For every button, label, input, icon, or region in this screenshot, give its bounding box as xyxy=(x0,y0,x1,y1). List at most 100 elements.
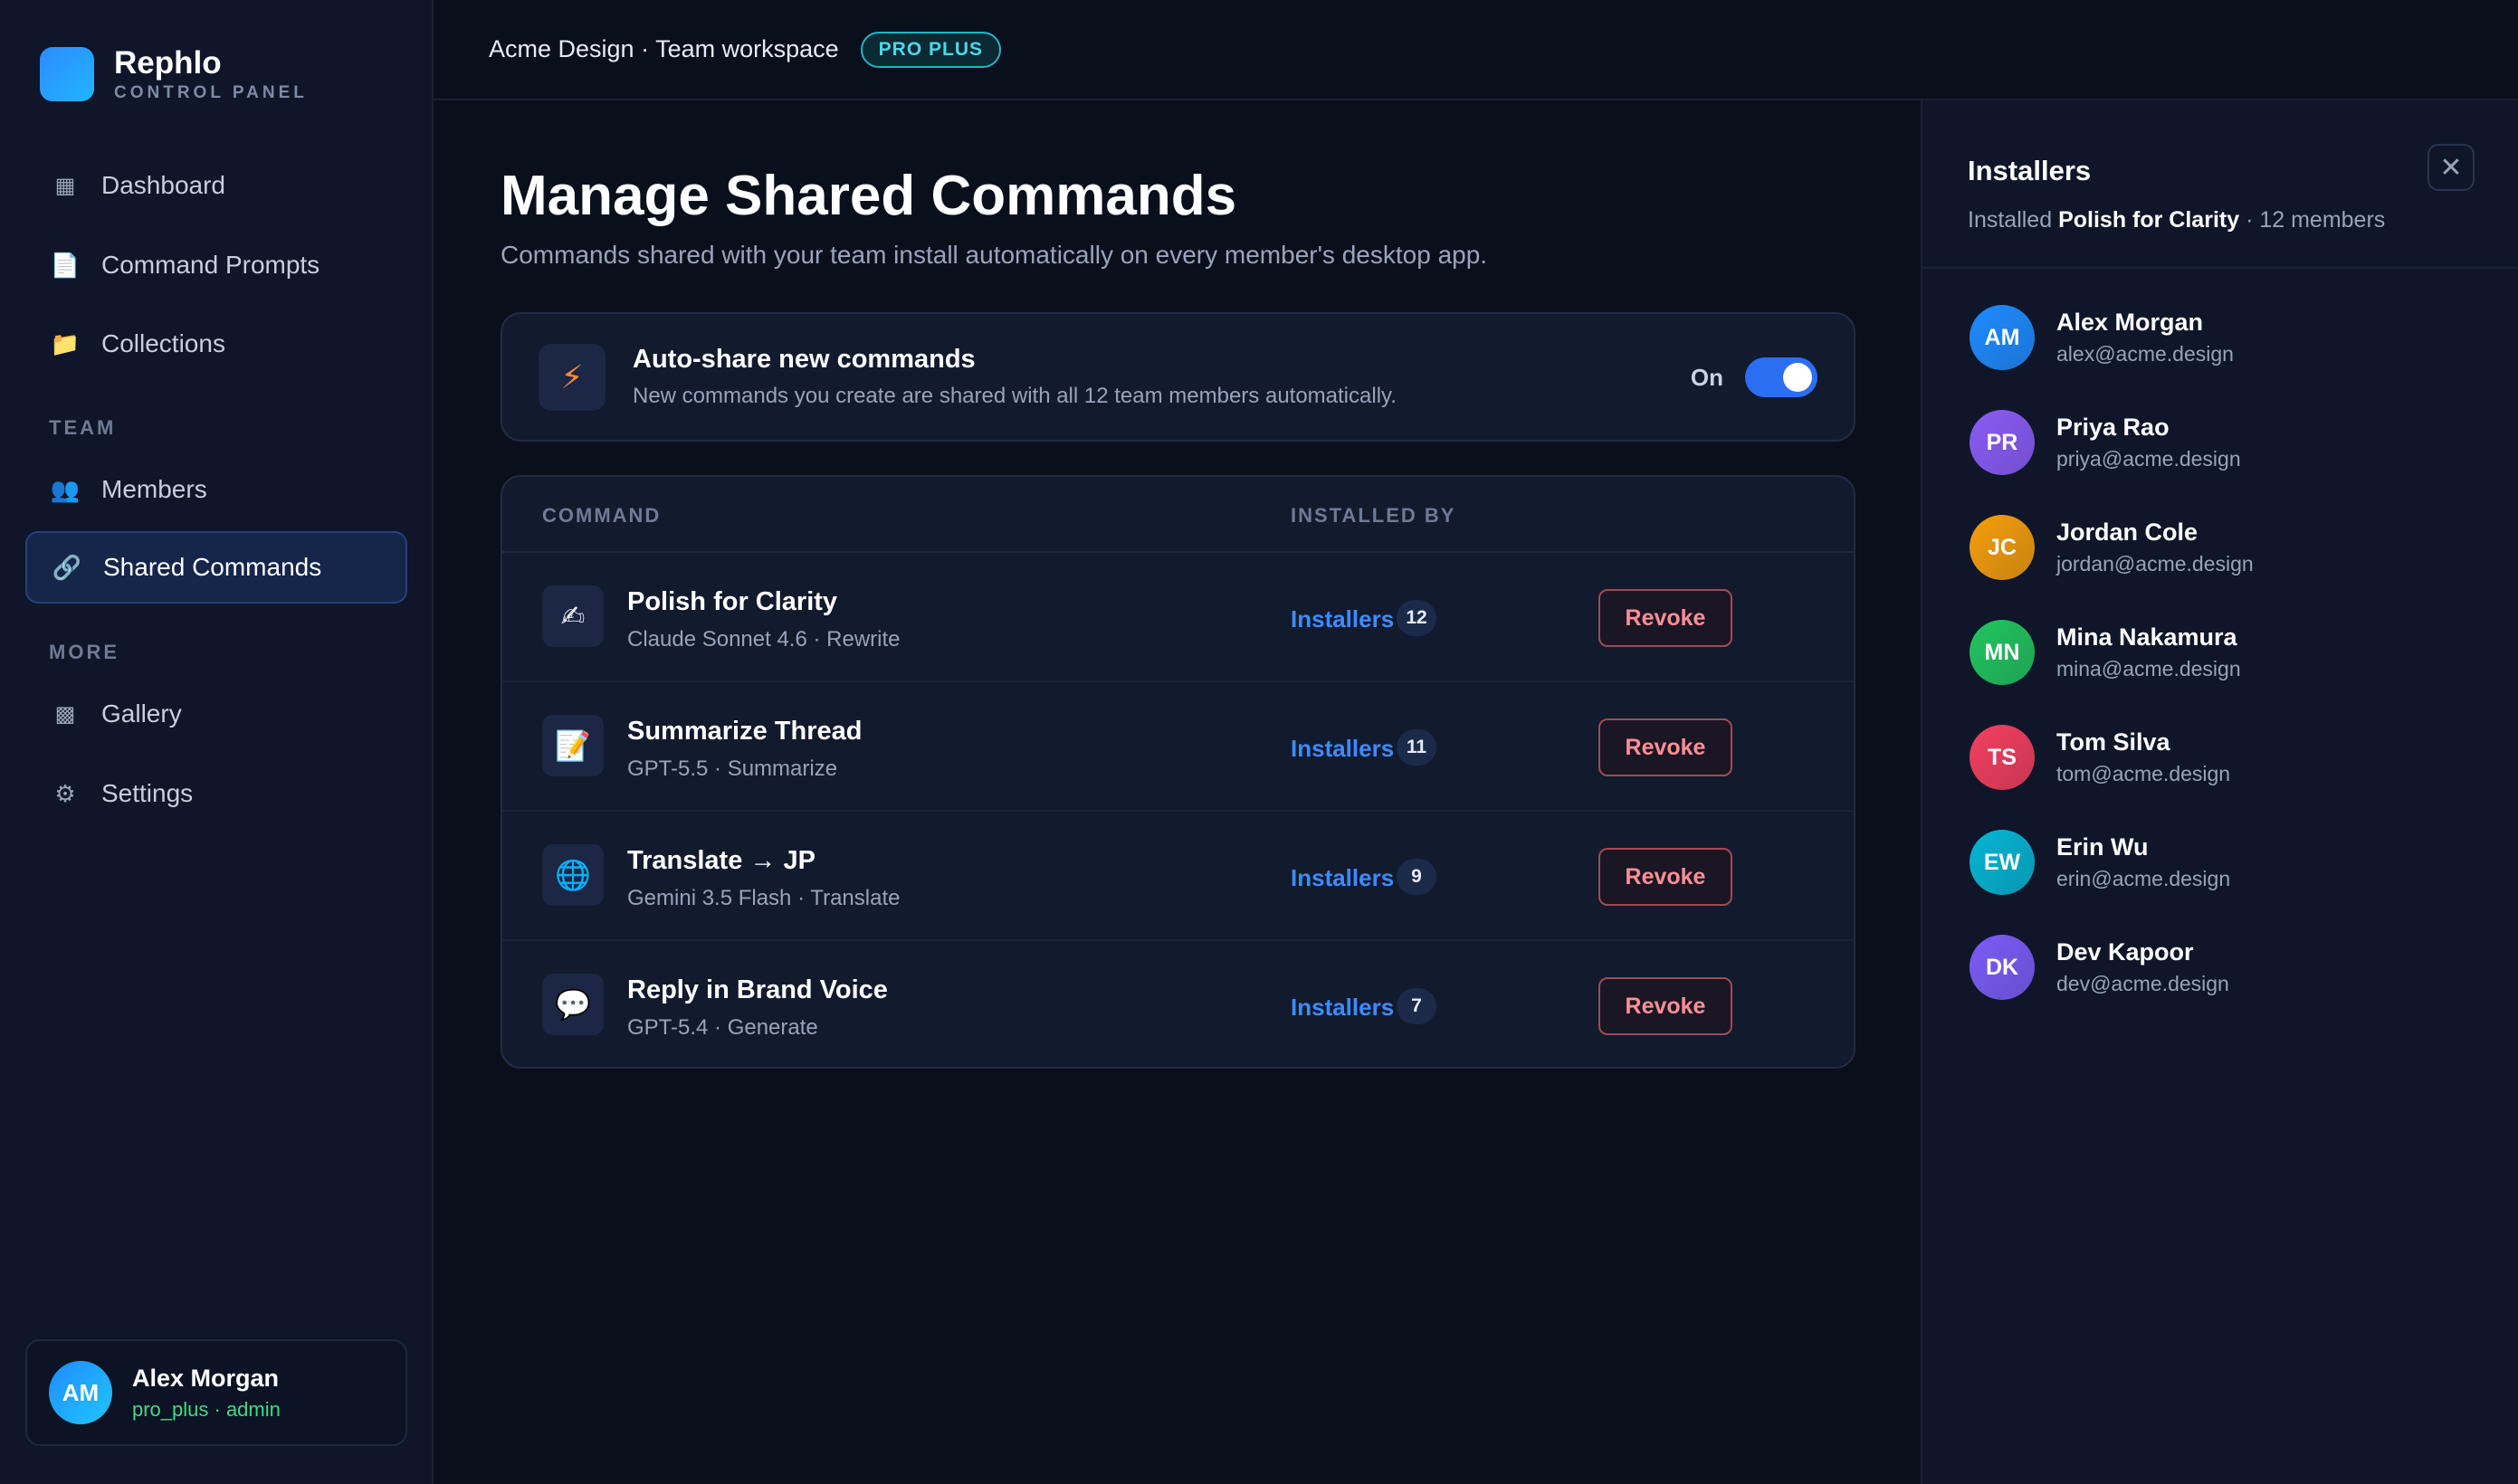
sidebar-item-collections[interactable]: 📁 Collections xyxy=(25,308,407,380)
sidebar-item-gallery[interactable]: ▩ Gallery xyxy=(25,678,407,750)
folder-icon: 📁 xyxy=(50,329,81,357)
auto-share-card: ⚡ Auto-share new commands New commands y… xyxy=(501,312,1855,442)
sidebar-item-members[interactable]: 👥 Members xyxy=(25,453,407,526)
avatar: JC xyxy=(1970,515,2035,580)
current-user-role: pro_plus · admin xyxy=(132,1397,281,1421)
toggle-knob xyxy=(1783,363,1812,392)
globe-icon: 🌐 xyxy=(542,844,604,906)
panel-header: Installers Installed Polish for Clarity … xyxy=(1922,100,2518,269)
command-meta: GPT-5.4 · Generate xyxy=(627,1015,818,1040)
table-row: 🌐 Translate → JP Gemini 3.5 Flash · Tran… xyxy=(502,812,1854,941)
brand-logo-icon xyxy=(40,47,94,101)
memo-icon: 📝 xyxy=(542,715,604,776)
table-row: ✍ Polish for Clarity Claude Sonnet 4.6 ·… xyxy=(502,553,1854,682)
member-name: Jordan Cole xyxy=(2056,518,2198,546)
member-email: tom@acme.design xyxy=(2056,762,2231,785)
installers-panel: Installers Installed Polish for Clarity … xyxy=(1921,100,2518,1484)
revoke-button[interactable]: Revoke xyxy=(1598,977,1732,1035)
avatar: AM xyxy=(49,1361,112,1424)
avatar: DK xyxy=(1970,935,2035,1000)
writing-hand-icon: ✍ xyxy=(542,585,604,647)
avatar: TS xyxy=(1970,725,2035,790)
lightning-bolt-icon: ⚡ xyxy=(539,343,606,411)
list-item: TS Tom Silva tom@acme.design xyxy=(1970,725,2230,790)
current-user-name: Alex Morgan xyxy=(132,1364,280,1392)
command-title: Translate → JP xyxy=(627,846,815,875)
member-name: Priya Rao xyxy=(2056,414,2170,441)
installers-count-badge: 9 xyxy=(1397,859,1436,895)
member-name: Alex Morgan xyxy=(2056,309,2204,336)
member-email: alex@acme.design xyxy=(2056,342,2234,366)
topbar: Acme Design · Team workspace PRO PLUS xyxy=(434,0,2518,100)
members-icon: 👥 xyxy=(50,475,81,503)
panel-subtitle-suffix: · 12 members xyxy=(2246,207,2386,233)
sidebar-item-label: Collections xyxy=(101,329,225,357)
plan-badge: PRO PLUS xyxy=(860,31,1002,68)
close-panel-button[interactable]: ✕ xyxy=(2427,144,2475,191)
sidebar-item-label: Command Prompts xyxy=(101,251,320,279)
member-name: Erin Wu xyxy=(2056,833,2149,861)
installers-count-badge: 7 xyxy=(1397,988,1436,1024)
list-item: JC Jordan Cole jordan@acme.design xyxy=(1970,515,2254,580)
close-icon: ✕ xyxy=(2439,152,2463,183)
sidebar-item-command-prompts[interactable]: 📄 Command Prompts xyxy=(25,229,407,301)
sidebar-item-shared-commands[interactable]: 🔗 Shared Commands xyxy=(25,531,407,604)
panel-title: Installers xyxy=(1968,155,2092,186)
page-description: Commands shared with your team install a… xyxy=(501,241,1488,269)
list-item: PR Priya Rao priya@acme.design xyxy=(1970,410,2241,475)
member-email: mina@acme.design xyxy=(2056,657,2241,680)
command-meta: GPT-5.5 · Summarize xyxy=(627,756,838,781)
grid-icon: ▦ xyxy=(54,173,76,198)
gallery-icon: ▩ xyxy=(54,701,76,727)
command-meta: Gemini 3.5 Flash · Translate xyxy=(627,886,901,910)
sidebar-item-label: Gallery xyxy=(101,699,182,728)
column-header-command: COMMAND xyxy=(542,504,662,527)
revoke-button[interactable]: Revoke xyxy=(1598,718,1732,776)
speech-bubble-icon: 💬 xyxy=(542,974,604,1035)
member-email: dev@acme.design xyxy=(2056,972,2229,995)
avatar: MN xyxy=(1970,620,2035,685)
command-title: Summarize Thread xyxy=(627,717,863,746)
command-title: Polish for Clarity xyxy=(627,587,838,616)
sidebar-item-label: Dashboard xyxy=(101,171,225,199)
command-meta: Claude Sonnet 4.6 · Rewrite xyxy=(627,627,901,652)
panel-subtitle-prefix: Installed xyxy=(1968,207,2053,233)
auto-share-toggle[interactable] xyxy=(1745,357,1817,397)
list-item: EW Erin Wu erin@acme.design xyxy=(1970,830,2230,895)
link-icon: 🔗 xyxy=(52,553,82,581)
sidebar-item-label: Shared Commands xyxy=(103,553,322,581)
document-icon: 📄 xyxy=(50,251,81,279)
sidebar-item-label: Settings xyxy=(101,779,194,807)
panel-subtitle: Installed Polish for Clarity · 12 member… xyxy=(1968,207,2385,233)
installers-count-badge: 12 xyxy=(1397,600,1436,636)
installers-link[interactable]: Installers xyxy=(1291,735,1394,763)
column-header-installed-by: INSTALLED BY xyxy=(1291,504,1456,527)
installers-count-badge: 11 xyxy=(1397,729,1436,766)
auto-share-title: Auto-share new commands xyxy=(633,345,976,374)
sidebar: Rephlo CONTROL PANEL ▦ Dashboard 📄 Comma… xyxy=(0,0,434,1484)
member-name: Mina Nakamura xyxy=(2056,623,2237,651)
member-name: Tom Silva xyxy=(2056,728,2170,756)
member-email: erin@acme.design xyxy=(2056,867,2231,890)
table-header: COMMAND INSTALLED BY xyxy=(502,477,1854,553)
current-user-card[interactable]: AM Alex Morgan pro_plus · admin xyxy=(25,1339,407,1446)
page-title: Manage Shared Commands xyxy=(501,165,1237,227)
sidebar-item-settings[interactable]: ⚙ Settings xyxy=(25,757,407,830)
list-item: DK Dev Kapoor dev@acme.design xyxy=(1970,935,2229,1000)
table-row: 💬 Reply in Brand Voice GPT-5.4 · Generat… xyxy=(502,941,1854,1067)
nav-section-more: MORE xyxy=(49,641,119,663)
brand[interactable]: Rephlo CONTROL PANEL xyxy=(40,45,308,103)
revoke-button[interactable]: Revoke xyxy=(1598,589,1732,647)
table-row: 📝 Summarize Thread GPT-5.5 · Summarize I… xyxy=(502,682,1854,812)
installers-link[interactable]: Installers xyxy=(1291,605,1394,633)
installers-link[interactable]: Installers xyxy=(1291,994,1394,1022)
avatar: EW xyxy=(1970,830,2035,895)
sidebar-item-dashboard[interactable]: ▦ Dashboard xyxy=(25,149,407,222)
workspace-name: Acme Design · Team workspace xyxy=(489,35,839,62)
avatar: PR xyxy=(1970,410,2035,475)
list-item: MN Mina Nakamura mina@acme.design xyxy=(1970,620,2241,685)
revoke-button[interactable]: Revoke xyxy=(1598,848,1732,906)
panel-subtitle-command: Polish for Clarity xyxy=(2058,207,2240,233)
command-title: Reply in Brand Voice xyxy=(627,975,888,1004)
installers-link[interactable]: Installers xyxy=(1291,864,1394,892)
